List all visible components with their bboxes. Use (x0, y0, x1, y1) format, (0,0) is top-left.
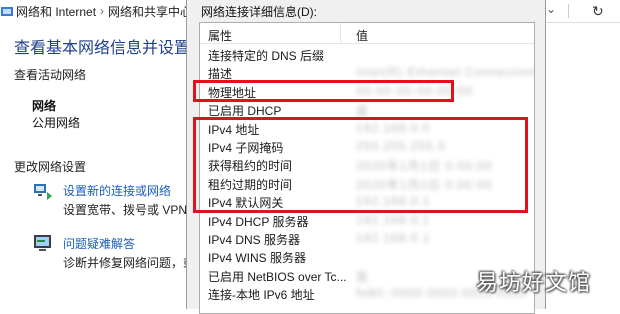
network-folder-icon (0, 4, 14, 18)
network-setup-icon (32, 180, 54, 202)
list-header: 属性 值 (200, 23, 534, 44)
table-row[interactable]: IPv4 DHCP 服务器 192.168.0.1 (200, 211, 534, 229)
chevron-down-icon[interactable]: ⌄ (546, 2, 556, 16)
property-value: 192.168.0.1 (356, 231, 431, 245)
network-name: 网络 (32, 99, 57, 113)
change-settings-label: 更改网络设置 (14, 160, 87, 174)
breadcrumb-item-sharing-center[interactable]: 网络和共享中心 (108, 3, 188, 20)
property-value: Intel(R) Ethernet Connection (356, 65, 535, 80)
property-name: 连接特定的 DNS 后缀 (208, 49, 325, 63)
column-header-value[interactable]: 值 (356, 27, 368, 44)
property-name: 连接-本地 IPv6 地址 (208, 288, 315, 303)
refresh-icon[interactable]: ↻ (592, 3, 604, 20)
troubleshoot-link[interactable]: 问题疑难解答 (63, 235, 135, 252)
troubleshoot-desc: 诊断并修复网络问题，或 (63, 256, 196, 270)
table-row[interactable]: 连接特定的 DNS 后缀 (200, 45, 534, 63)
table-row[interactable]: 已启用 DHCP 是 (200, 100, 534, 118)
property-name: IPv4 WINS 服务器 (208, 251, 307, 266)
watermark: 易坊好文馆 (476, 270, 592, 295)
property-name: 已启用 NetBIOS over Tc... (208, 269, 347, 284)
table-row[interactable]: IPv4 DNS 服务器 192.168.0.1 (200, 229, 534, 247)
column-header-property[interactable]: 属性 (208, 27, 232, 44)
property-name: IPv4 DHCP 服务器 (208, 214, 309, 229)
active-network-label: 查看活动网络 (14, 68, 87, 82)
property-name: IPv4 DNS 服务器 (208, 233, 301, 247)
property-value: 192.168.0.1 (356, 212, 431, 227)
breadcrumb: 网络和 Internet › 网络和共享中心 (0, 0, 188, 22)
highlight-physical-address (193, 80, 454, 102)
setup-connection-desc: 设置宽带、拨号或 VPN 连 (63, 203, 203, 217)
table-row[interactable]: 描述 Intel(R) Ethernet Connection (200, 63, 534, 81)
breadcrumb-item-internet[interactable]: 网络和 Internet (16, 3, 96, 20)
address-bar-controls: ⌄ ↻ (540, 0, 620, 23)
setup-connection-link[interactable]: 设置新的连接或网络 (63, 182, 171, 199)
troubleshoot-icon (32, 232, 54, 254)
network-type: 公用网络 (32, 116, 81, 130)
column-divider[interactable] (340, 23, 341, 43)
page-title: 查看基本网络信息并设置连 (14, 40, 207, 57)
divider (568, 4, 569, 18)
table-row[interactable]: IPv4 WINS 服务器 (200, 247, 534, 265)
highlight-ipv4-settings (193, 117, 528, 213)
breadcrumb-separator: › (100, 4, 105, 18)
details-label: 网络连接详细信息(D): (201, 5, 317, 19)
property-value: 是 (356, 269, 370, 284)
